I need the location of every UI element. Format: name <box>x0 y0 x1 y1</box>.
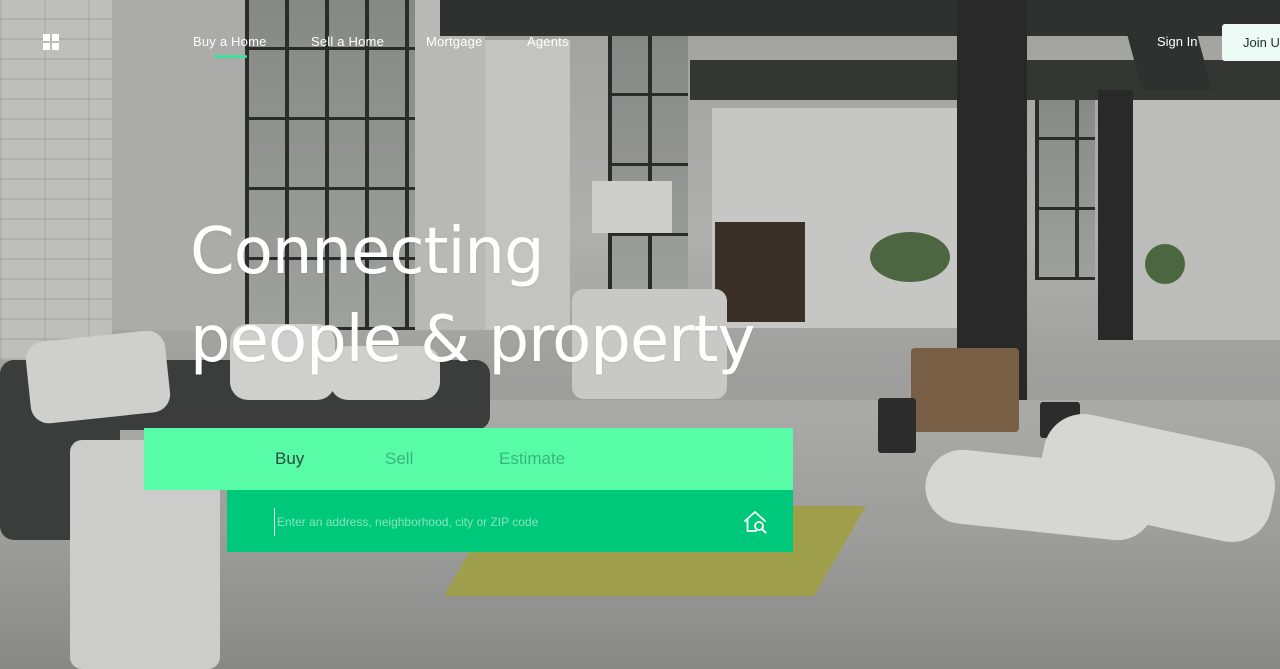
tab-estimate[interactable]: Estimate <box>499 449 565 469</box>
home-search-icon[interactable] <box>741 508 769 536</box>
headline-line-2: people & property <box>190 303 755 377</box>
hero-headline: Connecting people & property <box>190 208 755 384</box>
headline-line-1: Connecting <box>190 215 545 289</box>
tab-buy[interactable]: Buy <box>275 449 304 469</box>
nav-link-buy-a-home[interactable]: Buy a Home <box>193 34 267 49</box>
join-us-button[interactable]: Join Us <box>1222 24 1280 61</box>
nav-link-agents[interactable]: Agents <box>527 34 569 49</box>
search-tabs: Buy Sell Estimate <box>144 428 793 490</box>
address-search-input[interactable] <box>274 508 719 536</box>
nav-link-mortgage[interactable]: Mortgage <box>426 34 483 49</box>
search-bar <box>227 490 793 552</box>
nav-link-sell-a-home[interactable]: Sell a Home <box>311 34 384 49</box>
top-navigation: Buy a Home Sell a Home Mortgage Agents S… <box>0 0 1280 84</box>
tab-sell[interactable]: Sell <box>385 449 413 469</box>
active-nav-underline <box>214 55 247 58</box>
grid-logo-icon[interactable] <box>43 34 59 50</box>
sign-in-link[interactable]: Sign In <box>1157 34 1197 49</box>
